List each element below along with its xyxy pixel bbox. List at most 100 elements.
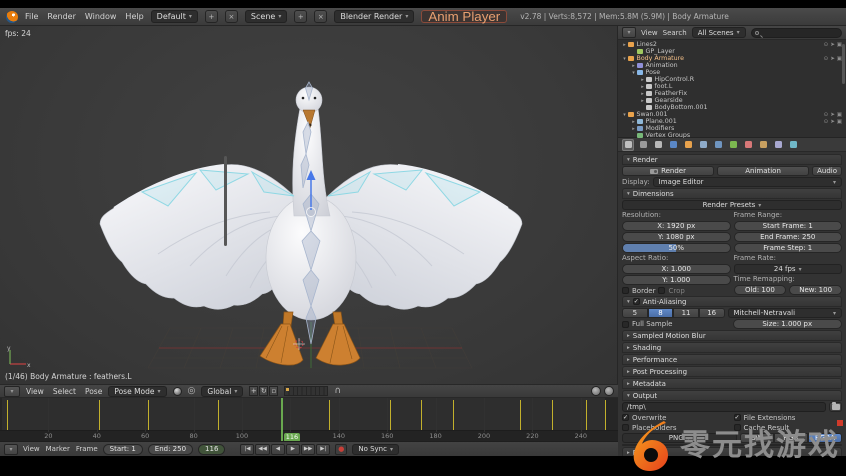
outliner-item-pose[interactable]: ▾Pose (618, 69, 846, 76)
cursor-icon[interactable]: ➤ (830, 56, 835, 62)
aa-samples-16-button[interactable]: 16 (699, 308, 725, 318)
output-path-field[interactable]: /tmp\ (622, 402, 826, 412)
add-layout-button[interactable]: + (205, 10, 218, 23)
keyframe-marker[interactable] (520, 400, 521, 430)
properties-tab-physics[interactable] (787, 139, 799, 151)
properties-tab-texture[interactable] (757, 139, 769, 151)
crop-checkbox[interactable]: Crop (658, 286, 684, 295)
keyframe-marker[interactable] (218, 400, 219, 430)
aa-enabled-checkbox[interactable]: ✓ (633, 298, 640, 305)
remap-old-field[interactable]: Old: 100 (734, 285, 787, 295)
next-keyframe-button[interactable]: ▶▶ (301, 444, 315, 455)
eye-icon[interactable]: ⊙ (824, 42, 829, 48)
panel-post-processing[interactable]: ▸Post Processing (622, 366, 842, 377)
properties-tab-particles[interactable] (772, 139, 784, 151)
aa-filter-dropdown[interactable]: Mitchell-Netravali ▾ (728, 308, 843, 318)
render-button[interactable]: Render (622, 166, 714, 176)
play-reverse-button[interactable]: ◀ (271, 444, 285, 455)
keyframe-marker[interactable] (390, 400, 391, 430)
outliner-search-menu[interactable]: Search (663, 29, 687, 37)
file-browser-button[interactable] (829, 402, 842, 412)
panel-anti-aliasing[interactable]: ▾ ✓ Anti-Aliasing (622, 296, 842, 307)
play-button[interactable]: ▶ (286, 444, 300, 455)
remap-new-field[interactable]: New: 100 (789, 285, 842, 295)
panel-shading[interactable]: ▸Shading (622, 342, 842, 353)
panel-metadata[interactable]: ▸Metadata (622, 378, 842, 389)
panel-render[interactable]: ▾ Render (622, 154, 842, 165)
opengl-render-anim-icon[interactable] (604, 386, 614, 396)
add-scene-button[interactable]: + (294, 10, 307, 23)
start-frame-prop-field[interactable]: Start Frame: 1 (734, 221, 843, 231)
border-checkbox[interactable]: Border (622, 286, 655, 295)
panel-output[interactable]: ▾ Output (622, 390, 842, 401)
aa-samples-11-button[interactable]: 11 (673, 308, 699, 318)
camera-icon[interactable]: ▣ (837, 112, 842, 118)
properties-tab-constraints[interactable] (697, 139, 709, 151)
keyframe-marker[interactable] (99, 400, 100, 430)
timeline-editor-icon[interactable]: ▾ (4, 444, 18, 455)
outliner-item-gp-layer[interactable]: GP_Layer (618, 48, 846, 55)
current-frame-field[interactable]: 116 (198, 444, 225, 455)
snap-magnet-icon[interactable]: ∩ (334, 387, 341, 396)
outliner-scrollbar[interactable] (842, 44, 845, 84)
remove-scene-button[interactable]: × (314, 10, 327, 23)
audio-button[interactable]: Audio (812, 166, 842, 176)
record-autokey-button[interactable]: ● (335, 444, 347, 455)
outliner-item-gearside[interactable]: ▸Gearside (618, 97, 846, 104)
properties-tab-object[interactable] (682, 139, 694, 151)
panel-performance[interactable]: ▸Performance (622, 354, 842, 365)
timeline-dopesheet[interactable]: 116 20406080100120140160180200220240 (0, 398, 618, 442)
display-dropdown[interactable]: Image Editor ▾ (653, 177, 842, 187)
properties-tab-render-layers[interactable] (637, 139, 649, 151)
start-frame-field[interactable]: Start: 1 (103, 444, 143, 455)
mode-dropdown[interactable]: Pose Mode ▾ (108, 386, 166, 397)
animation-button[interactable]: Animation (717, 166, 809, 176)
cursor-icon[interactable]: ➤ (830, 119, 835, 125)
eye-icon[interactable]: ⊙ (824, 112, 829, 118)
resolution-y-field[interactable]: Y: 1080 px (622, 232, 731, 242)
properties-tab-world[interactable] (667, 139, 679, 151)
outliner-item-featherfix[interactable]: ▸FeatherFix (618, 90, 846, 97)
eye-icon[interactable]: ⊙ (824, 56, 829, 62)
viewport-3d[interactable]: fps: 24 (0, 26, 618, 384)
properties-scrollbar[interactable] (224, 156, 227, 246)
menu-select[interactable]: Select (53, 387, 76, 396)
keyframe-marker[interactable] (605, 400, 606, 430)
jump-to-end-button[interactable]: ▶| (316, 444, 330, 455)
keyframe-marker[interactable] (453, 400, 454, 430)
camera-icon[interactable]: ▣ (837, 119, 842, 125)
render-engine-dropdown[interactable]: Blender Render ▾ (334, 10, 414, 23)
keyframe-marker[interactable] (421, 400, 422, 430)
resolution-x-field[interactable]: X: 1920 px (622, 221, 731, 231)
menu-frame[interactable]: Frame (76, 445, 98, 453)
screen-layout-dropdown[interactable]: Default ▾ (151, 10, 198, 23)
outliner-item-swan-001[interactable]: ▾Swan.001⊙➤▣ (618, 111, 846, 118)
outliner-display-dropdown[interactable]: All Scenes ▾ (692, 27, 746, 38)
outliner-item-modifiers[interactable]: ▸Modifiers (618, 125, 846, 132)
jump-to-start-button[interactable]: |◀ (240, 444, 254, 455)
aspect-x-field[interactable]: X: 1.000 (622, 264, 731, 274)
outliner-editor-icon[interactable]: ▾ (622, 27, 636, 38)
end-frame-field[interactable]: End: 250 (148, 444, 193, 455)
properties-tab-scene[interactable] (652, 139, 664, 151)
aa-size-field[interactable]: Size: 1.000 px (733, 319, 843, 329)
end-frame-prop-field[interactable]: End Frame: 250 (734, 232, 843, 242)
outliner-item-foot-l[interactable]: ▸foot.L (618, 83, 846, 90)
aa-samples-5-button[interactable]: 5 (622, 308, 648, 318)
layers-widget[interactable] (284, 386, 328, 396)
transform-orientation-dropdown[interactable]: Global ▾ (201, 386, 243, 397)
outliner-item-body-armature[interactable]: ▾Body Armature⊙➤▣ (618, 55, 846, 62)
menu-render[interactable]: Render (47, 12, 75, 21)
cursor-icon[interactable]: ➤ (830, 42, 835, 48)
keyframe-marker[interactable] (552, 400, 553, 430)
scale-manipulator-icon[interactable]: ▫ (269, 386, 278, 396)
panel-sampled-motion-blur[interactable]: ▸Sampled Motion Blur (622, 330, 842, 341)
properties-tab-modifiers[interactable] (712, 139, 724, 151)
keyframe-marker[interactable] (329, 400, 330, 430)
outliner-item-bodybottom-001[interactable]: BodyBottom.001 (618, 104, 846, 111)
properties-tab-render[interactable] (622, 139, 634, 151)
playhead[interactable]: 116 (281, 398, 283, 442)
rotate-manipulator-icon[interactable]: ↻ (259, 386, 268, 396)
aa-samples-8-button[interactable]: 8 (648, 308, 674, 318)
full-sample-checkbox[interactable]: Full Sample (622, 320, 730, 329)
